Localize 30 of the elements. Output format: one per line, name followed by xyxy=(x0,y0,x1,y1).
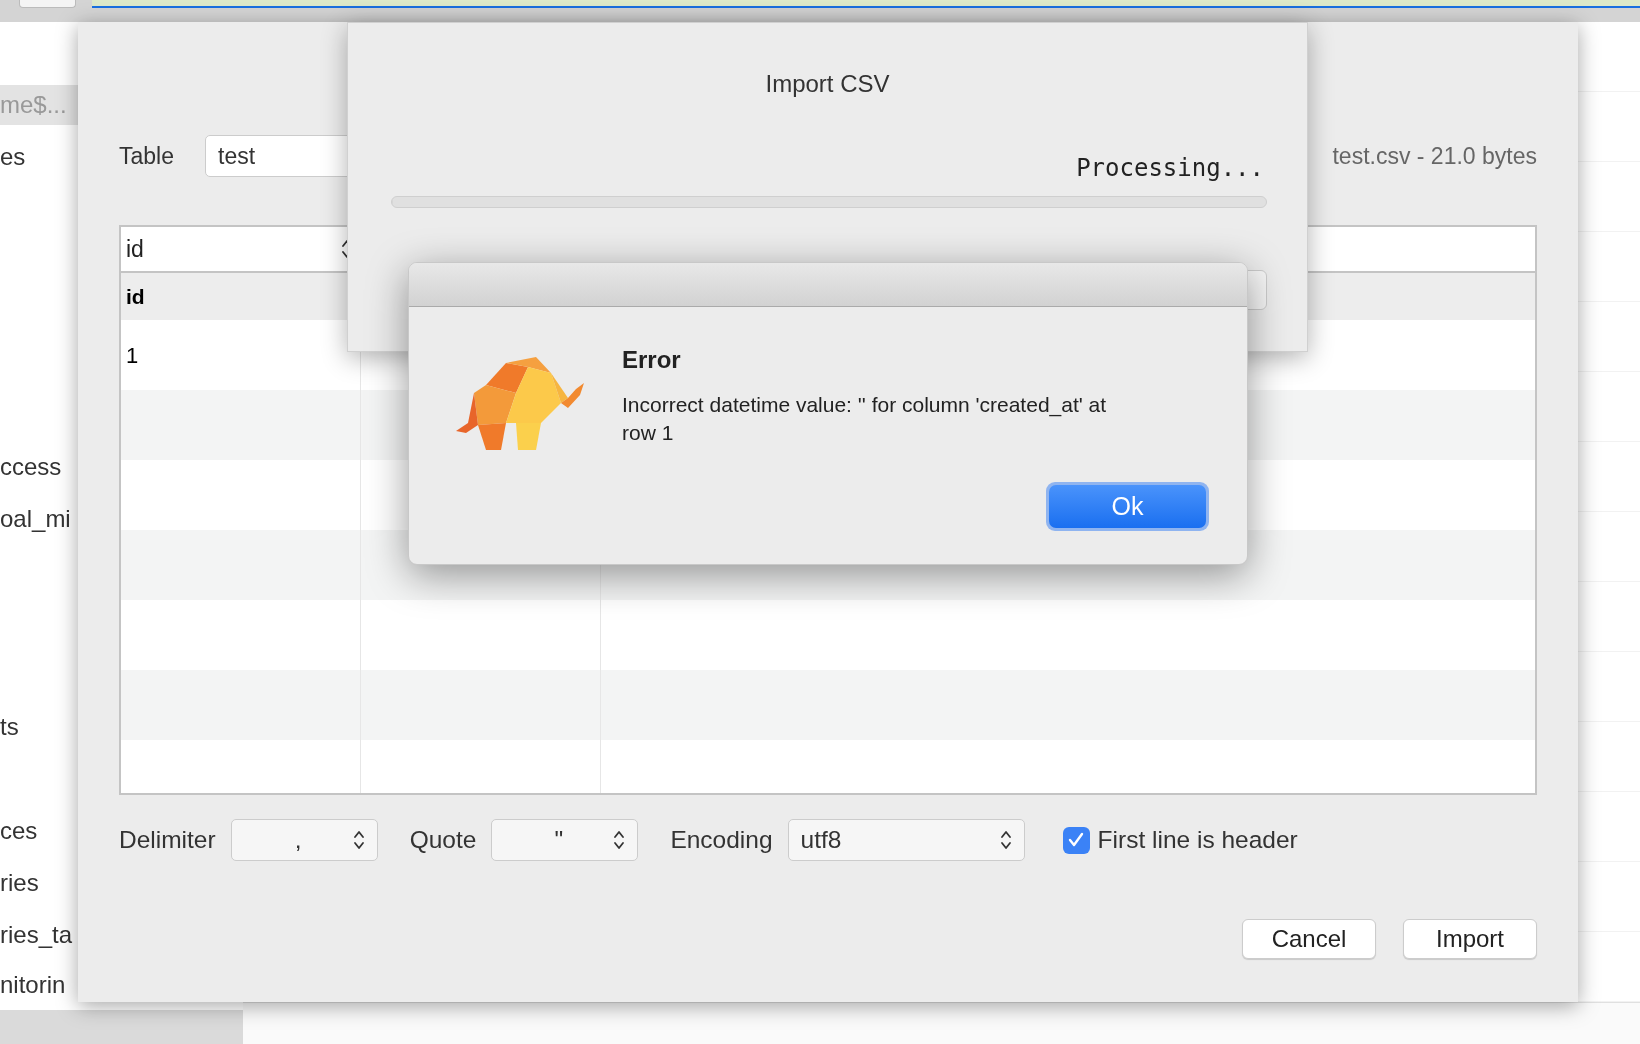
checkmark-icon xyxy=(1067,831,1086,849)
up-down-arrows-icon xyxy=(999,829,1012,851)
dialog-button[interactable]: Cancel xyxy=(1242,919,1376,959)
dialog-button[interactable]: Import xyxy=(1403,919,1537,959)
sidebar-item[interactable]: ries_ta xyxy=(0,915,78,955)
sidebar-item[interactable]: ccess xyxy=(0,447,78,487)
error-title: Error xyxy=(622,345,682,375)
checkbox-label: First line is header xyxy=(1097,824,1298,855)
sidebar-item[interactable]: nitorin xyxy=(0,965,78,1005)
address-bar[interactable] xyxy=(92,0,1640,8)
delimiter-select[interactable]: , xyxy=(230,819,378,861)
status-text: Processing... xyxy=(1076,153,1264,184)
error-message: Incorrect datetime value: '' for column 'created_at' at row 1 xyxy=(622,392,1108,446)
sidebar-item[interactable]: oal_mi xyxy=(0,499,78,539)
quote-label: Quote xyxy=(409,824,477,855)
sidebar-item[interactable]: ries xyxy=(0,863,78,903)
table-label: Table xyxy=(119,141,175,171)
file-info: test.csv - 21.0 bytes xyxy=(1332,141,1537,171)
encoding-label: Encoding xyxy=(670,824,773,855)
quote-select[interactable]: " xyxy=(491,819,639,861)
dialog-title: Import CSV xyxy=(764,69,891,98)
up-down-arrows-icon xyxy=(352,829,365,851)
sidebar-item[interactable]: ts xyxy=(0,707,78,747)
delimiter-label: Delimiter xyxy=(119,824,216,855)
checkbox[interactable] xyxy=(1062,826,1090,854)
up-down-arrows-icon xyxy=(613,829,626,851)
sidebar-item[interactable]: ces xyxy=(0,811,78,851)
sidebar-item[interactable]: es xyxy=(0,137,78,177)
ok-button[interactable]: Ok xyxy=(1049,485,1206,528)
encoding-select[interactable]: utf8 xyxy=(787,819,1025,861)
